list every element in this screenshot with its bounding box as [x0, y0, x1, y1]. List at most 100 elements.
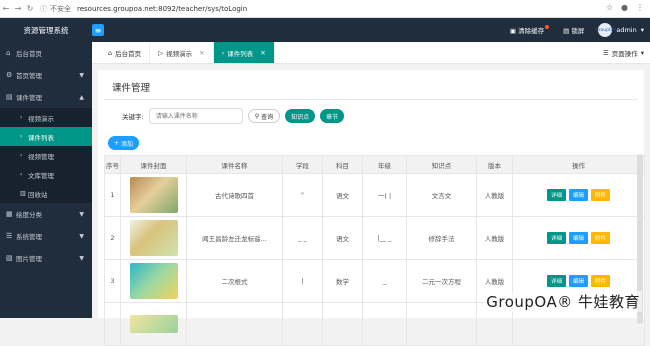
query-button[interactable]: ⚲ 查询: [248, 109, 280, 123]
attachment-button[interactable]: 附件: [591, 275, 610, 287]
forward-icon[interactable]: →: [12, 4, 24, 13]
tab-courseware-list[interactable]: › 课件列表 ✕: [214, 42, 275, 63]
menu-icon[interactable]: ⋮: [636, 3, 644, 12]
sidebar-item-homepage-manage[interactable]: ⚙ 首页管理 ▼: [0, 64, 92, 86]
clear-cache-button[interactable]: ▣ 清除缓存: [510, 25, 549, 35]
edit-button[interactable]: 编辑: [569, 275, 588, 287]
tab-label: 视频演示: [166, 48, 192, 58]
tab-bar: ⌂ 后台首页 ▷ 视频演示 ✕ › 课件列表 ✕ ☰ 页面操作 ▾: [92, 42, 650, 64]
system-icon: ☰: [6, 232, 16, 240]
chevron-right-icon: ›: [222, 49, 225, 57]
close-icon[interactable]: ✕: [260, 49, 265, 57]
lock-label: 锁屏: [571, 27, 584, 35]
edit-button[interactable]: 编辑: [569, 232, 588, 244]
row-number: 3: [105, 260, 121, 303]
detail-button[interactable]: 详细: [547, 275, 566, 287]
video-icon: ▷: [158, 49, 163, 57]
star-icon[interactable]: ☆: [606, 3, 613, 12]
knowledge-cell: 文言文: [407, 174, 477, 217]
tab-video-demo[interactable]: ▷ 视频演示 ✕: [150, 42, 213, 63]
address-bar[interactable]: resources.groupoa.net:8092/teacher/sys/t…: [77, 5, 247, 13]
chevron-down-icon: ▾: [641, 26, 644, 34]
empty-cell: [283, 303, 323, 346]
sidebar-subitem-video-manage[interactable]: › 视频管理: [0, 146, 92, 165]
stage-cell: _ _: [283, 217, 323, 260]
content-panel: 课件管理 关键字: ⚲ 查询 知识点 章节 + 添加 序号: [98, 70, 644, 318]
sidebar-subitem-video-demo[interactable]: › 视频演示: [0, 108, 92, 127]
close-icon[interactable]: ✕: [199, 49, 204, 57]
grade-cell: 一( |: [363, 174, 407, 217]
sidebar-subitem-recycle[interactable]: ▥ 回收站: [0, 184, 92, 203]
subject-cell: 数学: [323, 260, 363, 303]
actions-cell: 详细 编辑 附件: [513, 217, 645, 260]
search-icon: ⚲: [255, 113, 259, 120]
grade-cell: |__ _: [363, 217, 407, 260]
chapter-button[interactable]: 章节: [320, 109, 344, 123]
profile-icon[interactable]: ●: [621, 3, 628, 12]
tab-home[interactable]: ⌂ 后台首页: [100, 42, 150, 63]
column-header: 科目: [323, 156, 363, 174]
sidebar-subitem-label: 回收站: [28, 189, 48, 199]
subject-cell: 语文: [323, 217, 363, 260]
search-label: 关键字:: [122, 111, 144, 121]
app-title: 资源管理系统: [0, 25, 92, 36]
image-icon: ▧: [6, 254, 16, 262]
sidebar-item-home[interactable]: ⌂ 后台首页: [0, 42, 92, 64]
page-operations-button[interactable]: ☰ 页面操作 ▾: [603, 42, 644, 64]
detail-button[interactable]: 详细: [547, 232, 566, 244]
tab-label: 后台首页: [115, 48, 141, 58]
grade-cell: _: [363, 260, 407, 303]
column-header: 学段: [283, 156, 323, 174]
empty-cell: [407, 303, 477, 346]
sidebar-item-system[interactable]: ☰ 系统管理 ▼: [0, 225, 92, 247]
chevron-down-icon: ▼: [79, 233, 84, 240]
notification-dot: [545, 25, 549, 29]
sidebar-item-image[interactable]: ▧ 图片管理 ▼: [0, 247, 92, 269]
knowledge-cell: 修辞手法: [407, 217, 477, 260]
detail-button[interactable]: 详细: [547, 189, 566, 201]
courseware-name: 闻王昌龄左迁龙标遥...: [187, 217, 283, 260]
query-label: 查询: [261, 112, 273, 121]
sidebar-subitem-courseware-list[interactable]: › 课件列表: [0, 127, 92, 146]
back-icon[interactable]: ←: [0, 4, 12, 13]
add-row: + 添加: [104, 136, 638, 150]
sidebar-item-courseware[interactable]: ▤ 课件管理 ▲: [0, 86, 92, 108]
cover-image[interactable]: [130, 263, 178, 299]
chevron-down-icon: ▼: [79, 211, 84, 218]
reload-icon[interactable]: ↻: [24, 4, 36, 13]
avatar: GroupOA: [598, 23, 612, 37]
add-button[interactable]: + 添加: [108, 136, 139, 150]
lock-screen-button[interactable]: ▤ 锁屏: [563, 25, 584, 35]
info-icon[interactable]: ⓘ: [40, 4, 47, 14]
main-area: ⌂ 后台首页 ▷ 视频演示 ✕ › 课件列表 ✕ ☰ 页面操作 ▾ 课件管理 关…: [92, 42, 650, 318]
version-cell: 人教版: [477, 217, 513, 260]
category-icon: ▦: [6, 210, 16, 218]
sidebar-item-category[interactable]: ▦ 绘度分类 ▼: [0, 203, 92, 225]
sidebar-item-label: 后台首页: [16, 48, 42, 58]
sidebar-subitem-library[interactable]: › 文库管理: [0, 165, 92, 184]
search-input[interactable]: [149, 108, 243, 124]
empty-cell: [323, 303, 363, 346]
cover-image[interactable]: [130, 177, 178, 213]
knowledge-button[interactable]: 知识点: [285, 109, 315, 123]
search-row: 关键字: ⚲ 查询 知识点 章节: [104, 106, 638, 126]
attachment-button[interactable]: 附件: [591, 232, 610, 244]
menu-toggle-icon[interactable]: ≡: [92, 24, 104, 36]
cover-image[interactable]: [130, 220, 178, 256]
edit-button[interactable]: 编辑: [569, 189, 588, 201]
browser-actions: ☆ ● ⋮: [606, 3, 644, 12]
column-header: 课件封面: [121, 156, 187, 174]
chevron-right-icon: ›: [20, 152, 28, 159]
add-label: 添加: [121, 139, 133, 148]
tab-scroll-left[interactable]: [92, 42, 100, 63]
attachment-button[interactable]: 附件: [591, 189, 610, 201]
column-header: 序号: [105, 156, 121, 174]
version-cell: 人教版: [477, 174, 513, 217]
column-header: 课件名称: [187, 156, 283, 174]
table-row: 2 闻王昌龄左迁龙标遥... _ _ 语文 |__ _ 修辞手法 人教版 详细 …: [105, 217, 645, 260]
home-icon: ⌂: [6, 49, 16, 57]
chevron-right-icon: ›: [20, 133, 28, 140]
user-menu[interactable]: GroupOA admin ▾: [598, 23, 644, 37]
stage-cell: |: [283, 260, 323, 303]
column-header: 操作: [513, 156, 645, 174]
